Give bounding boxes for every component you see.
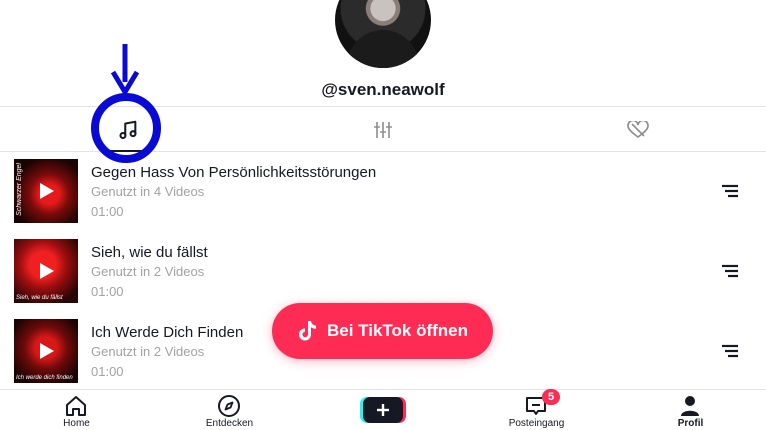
sound-item[interactable]: Schwarzer Engel Gegen Hass Von Persönlic… [0, 152, 766, 232]
sound-usage-count: Genutzt in 2 Videos [91, 264, 205, 279]
sound-duration: 01:00 [91, 364, 124, 379]
nav-discover[interactable]: Entdecken [153, 390, 306, 430]
sound-thumbnail[interactable]: Ich werde dich finden [14, 319, 78, 383]
nav-inbox[interactable]: 5 Posteingang [460, 389, 613, 430]
nav-home-label: Home [63, 418, 90, 429]
tab-liked[interactable] [510, 107, 765, 152]
inbox-badge: 5 [542, 389, 560, 405]
nav-discover-label: Entdecken [205, 418, 254, 429]
thumbnail-caption: Sieh, wie du fällst [16, 295, 63, 301]
sound-title[interactable]: Gegen Hass Von Persönlichkeitsstörungen [91, 164, 376, 181]
home-icon [66, 396, 86, 416]
sound-title[interactable]: Sieh, wie du fällst [91, 244, 208, 261]
nav-create[interactable] [306, 390, 459, 430]
avatar[interactable] [335, 0, 431, 68]
thumbnail-caption: Schwarzer Engel [16, 163, 23, 216]
sound-menu-icon[interactable] [720, 182, 740, 200]
nav-inbox-label: Posteingang [508, 418, 565, 429]
sound-duration: 01:00 [91, 284, 124, 299]
sound-menu-icon[interactable] [720, 262, 740, 280]
sound-thumbnail[interactable]: Sieh, wie du fällst [14, 239, 78, 303]
heart-hidden-icon [626, 120, 649, 138]
nav-home[interactable]: Home [0, 390, 153, 430]
open-in-tiktok-button[interactable]: Bei TikTok öffnen [272, 303, 493, 359]
open-in-tiktok-label: Bei TikTok öffnen [326, 321, 469, 340]
sound-title[interactable]: Ich Werde Dich Finden [91, 324, 243, 341]
sound-menu-icon[interactable] [720, 342, 740, 360]
bottom-nav: Home Entdecken 5 Posteingang Profil [0, 389, 766, 430]
play-icon [40, 263, 54, 279]
tab-videos[interactable] [255, 107, 510, 152]
play-icon [40, 343, 54, 359]
tiktok-logo-icon [298, 321, 316, 341]
sound-thumbnail[interactable]: Schwarzer Engel [14, 159, 78, 223]
nav-profile[interactable]: Profil [614, 390, 766, 430]
plus-icon [377, 404, 389, 416]
equalizer-icon [373, 121, 392, 138]
annotation-arrow-icon [111, 44, 139, 94]
thumbnail-caption: Ich werde dich finden [16, 375, 73, 381]
create-button[interactable] [363, 397, 403, 423]
sound-duration: 01:00 [91, 204, 124, 219]
play-icon [40, 183, 54, 199]
sound-usage-count: Genutzt in 4 Videos [91, 184, 205, 199]
sound-item[interactable]: Sieh, wie du fällst Sieh, wie du fällst … [0, 232, 766, 312]
nav-profile-label: Profil [677, 418, 704, 429]
profile-icon [681, 396, 699, 416]
sound-usage-count: Genutzt in 2 Videos [91, 344, 205, 359]
compass-icon [218, 395, 240, 417]
